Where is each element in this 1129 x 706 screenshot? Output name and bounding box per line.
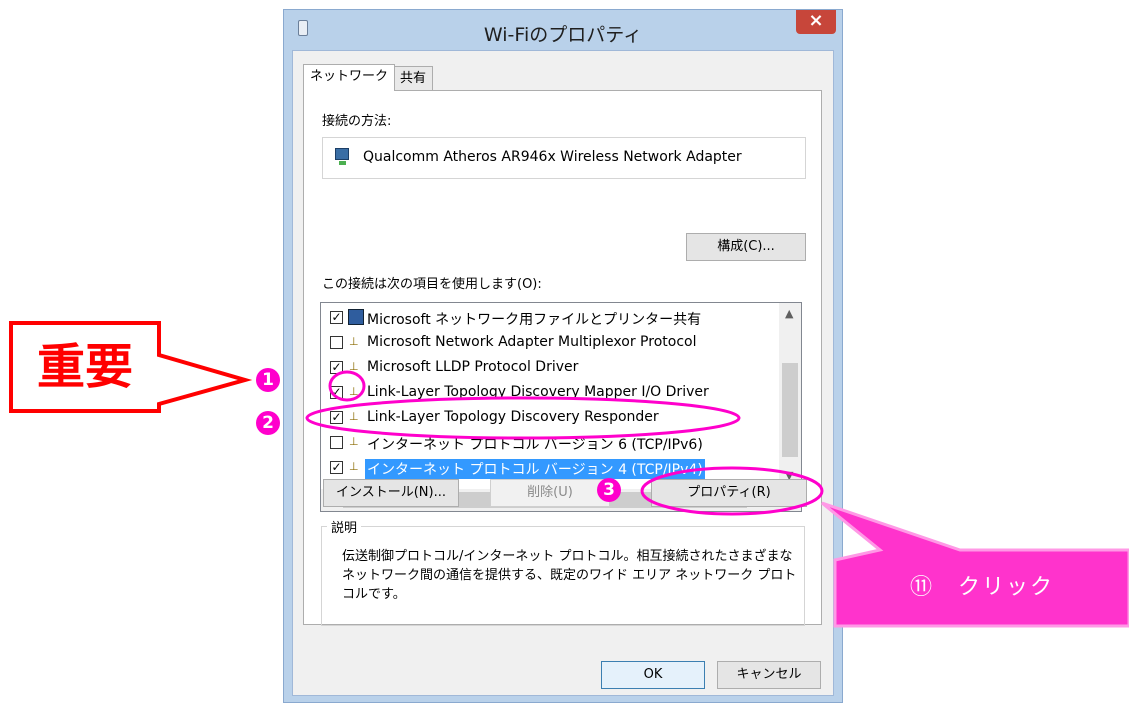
step-badge-1: 1 <box>256 368 280 392</box>
ipv4-row-highlight <box>305 396 741 440</box>
click-label: ⑪ クリック <box>909 575 1054 600</box>
tab-network[interactable]: ネットワーク <box>303 64 396 91</box>
step-badge-2: 2 <box>256 411 280 435</box>
properties-button-highlight <box>640 466 824 516</box>
ipv6-checkbox-highlight <box>328 370 366 402</box>
important-label: 重要 <box>36 339 133 395</box>
step-badge-3: 3 <box>597 478 621 502</box>
